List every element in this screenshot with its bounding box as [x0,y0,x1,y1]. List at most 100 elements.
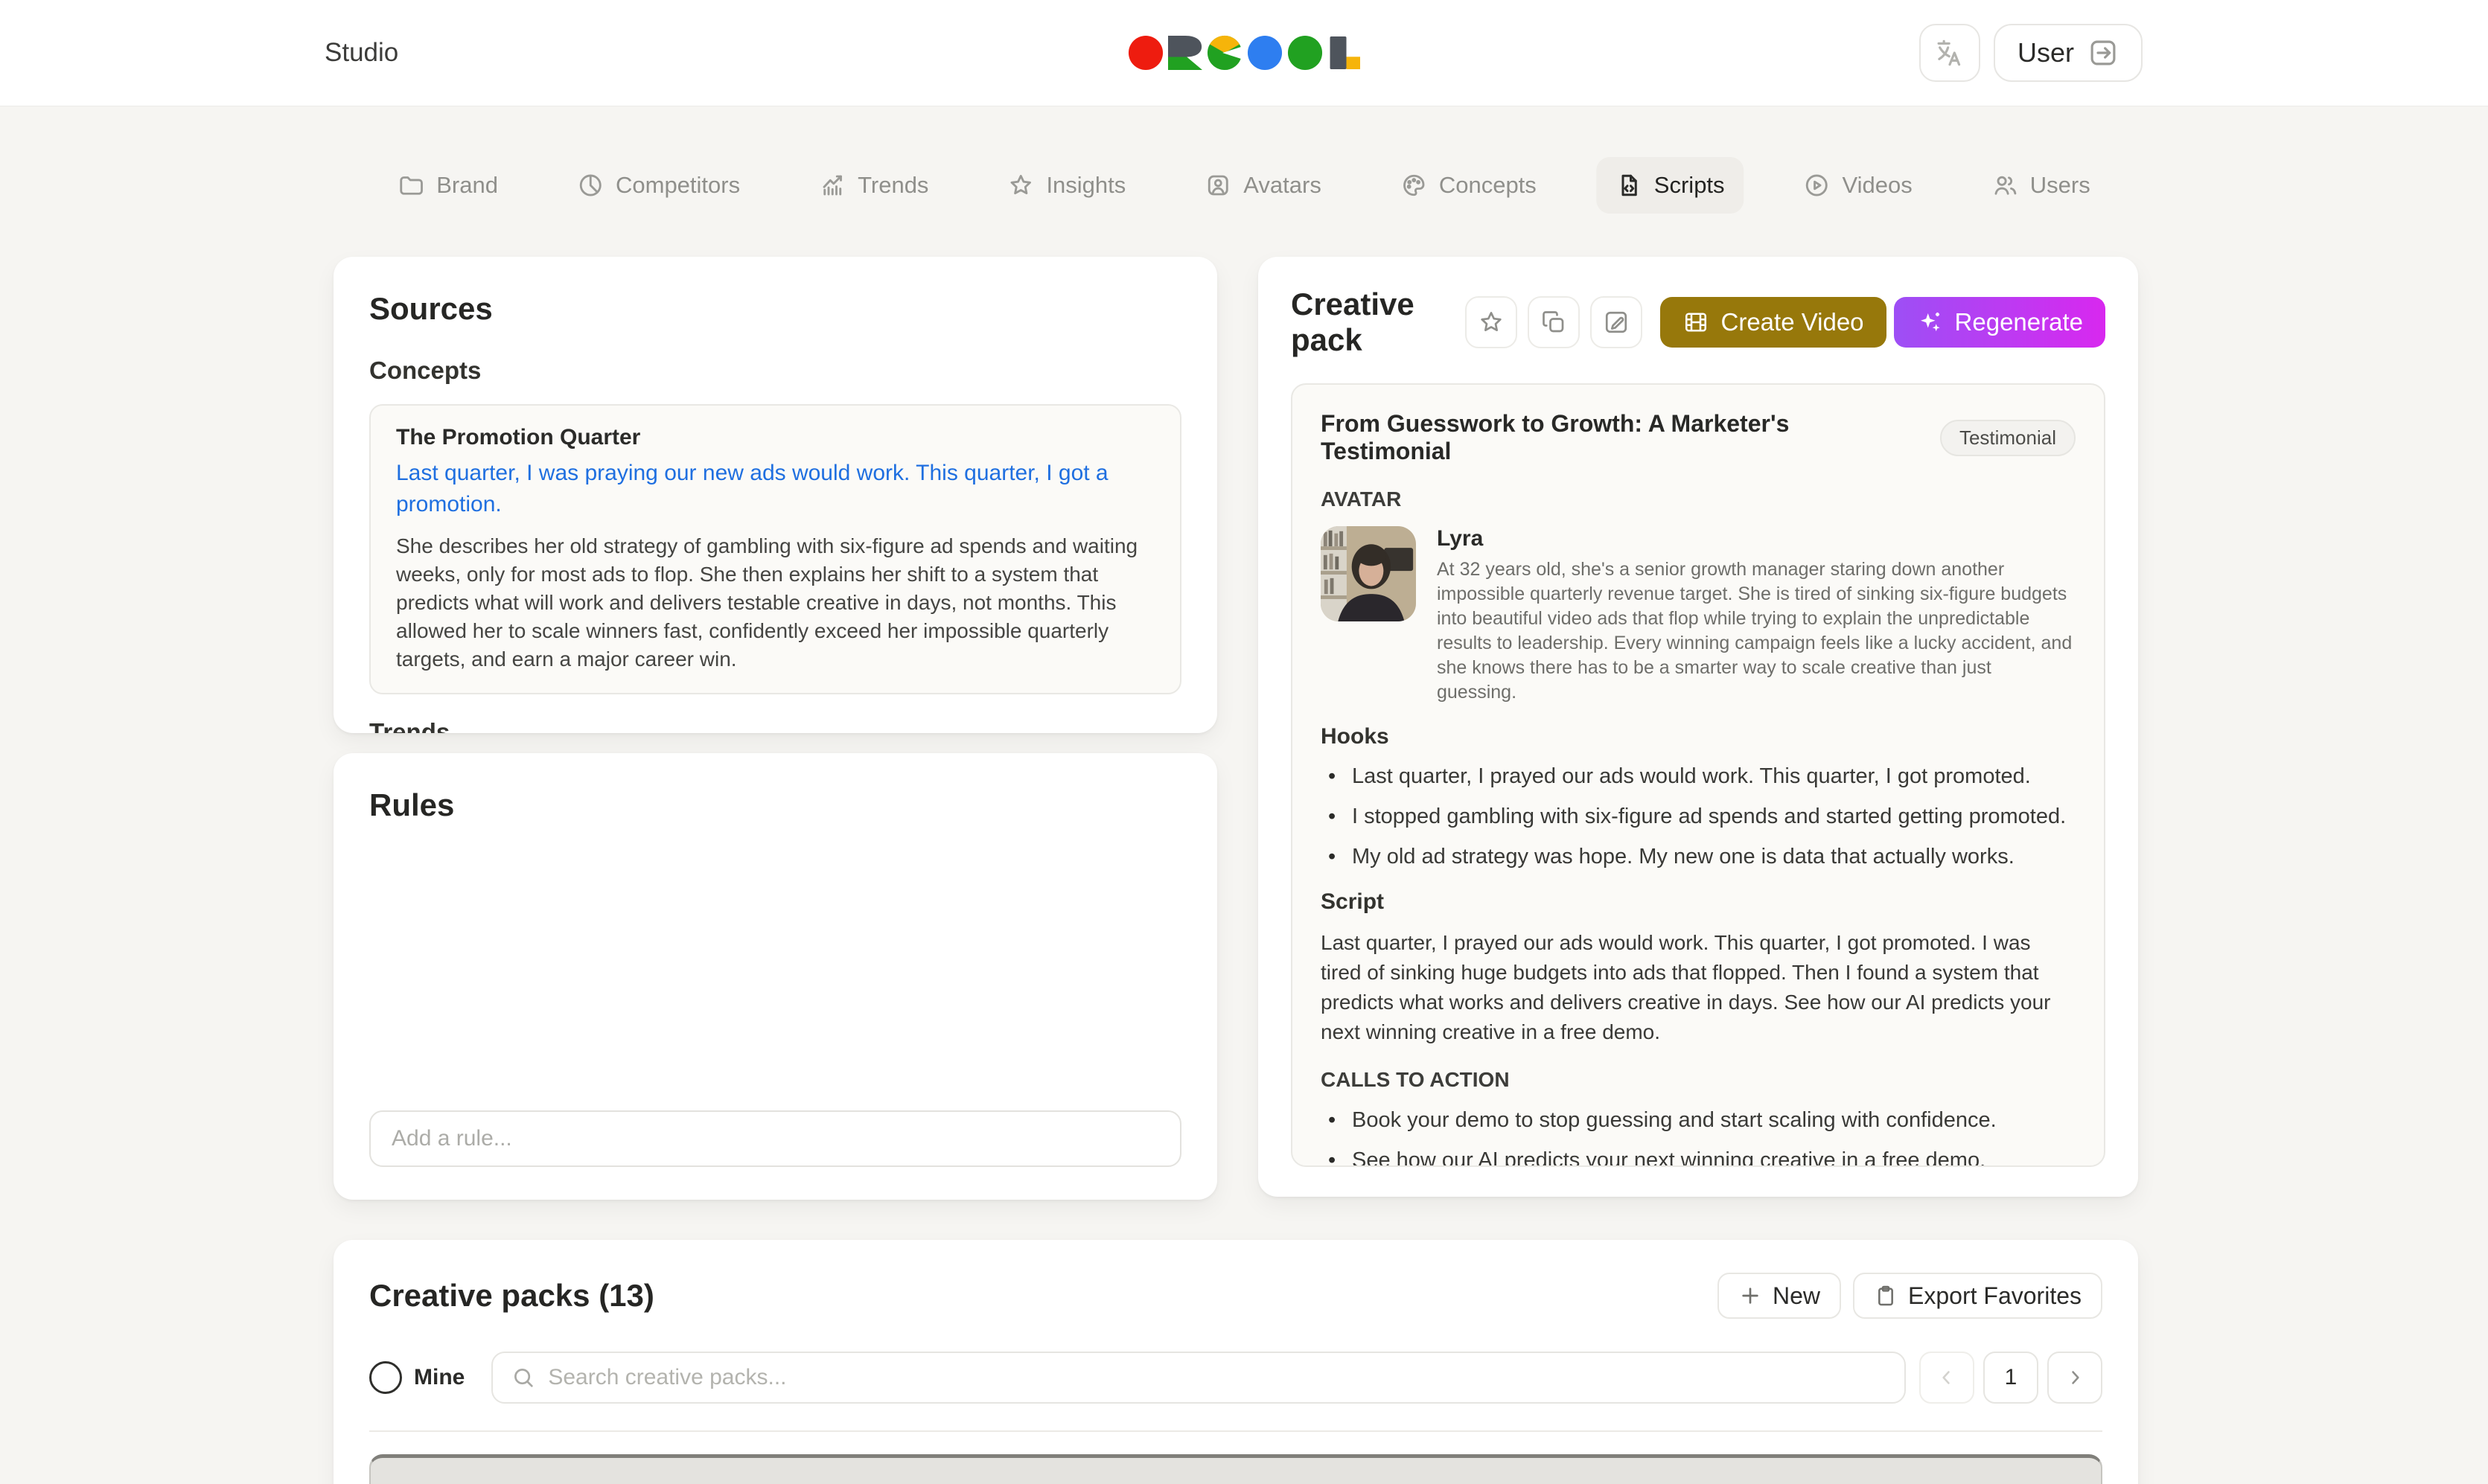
new-pack-label: New [1773,1282,1820,1310]
create-video-button[interactable]: Create Video [1660,297,1886,348]
avatar-name: Lyra [1437,526,2076,551]
cta-item: See how our AI predicts your next winnin… [1321,1147,2076,1167]
new-pack-button[interactable]: New [1717,1273,1841,1319]
star-icon [1478,309,1505,336]
sparkles-icon [1916,309,1943,336]
brand-logo: ORCOOL [1128,35,1360,71]
favorite-button[interactable] [1465,296,1517,348]
user-button-label: User [2017,37,2074,68]
clipboard-icon [1874,1284,1898,1308]
tab-label: Users [2030,172,2090,199]
copy-button[interactable] [1528,296,1580,348]
avatar-description: At 32 years old, she's a senior growth m… [1437,557,2076,705]
file-code-icon [1615,172,1642,199]
concept-card[interactable]: The Promotion Quarter Last quarter, I wa… [369,404,1181,694]
header-actions: User [1919,24,2143,82]
tab-label: Scripts [1654,172,1725,199]
tab-label: Trends [858,172,928,199]
avatar-frame-icon [1205,172,1231,199]
mine-label: Mine [414,1365,465,1390]
tab-label: Videos [1843,172,1913,199]
user-button[interactable]: User [1994,24,2143,82]
creative-packs-header: Creative packs (13) New Export Favorites [369,1273,2102,1319]
top-header: Studio ORCOOL User [0,0,2488,106]
export-favorites-button[interactable]: Export Favorites [1853,1273,2102,1319]
concept-hook: Last quarter, I was praying our new ads … [396,458,1155,520]
packs-search [491,1352,1906,1404]
tab-concepts[interactable]: Concepts [1381,157,1556,214]
script-text: Last quarter, I prayed our ads would wor… [1321,928,2076,1047]
tab-label: Competitors [616,172,740,199]
creative-pack-title: Creative pack [1291,287,1450,358]
current-page-button[interactable]: 1 [1983,1352,2038,1404]
folder-icon [398,172,424,199]
search-input[interactable] [546,1364,1904,1391]
search-icon [511,1365,536,1390]
tab-label: Brand [436,172,498,199]
pack-title: From Guesswork to Growth: A Marketer's T… [1321,410,1924,465]
avatar-heading: AVATAR [1321,487,2076,511]
rules-title: Rules [369,787,1181,823]
export-favorites-label: Export Favorites [1908,1282,2082,1310]
tab-avatars[interactable]: Avatars [1185,157,1341,214]
tab-trends[interactable]: Trends [800,157,948,214]
add-rule-input[interactable] [369,1110,1181,1167]
prev-page-button[interactable] [1919,1352,1974,1404]
pagination: 1 [1919,1352,2102,1404]
trend-chart-icon [819,172,846,199]
logo-letter-o-green [1287,35,1323,71]
tab-insights[interactable]: Insights [988,157,1145,214]
tab-brand[interactable]: Brand [378,157,517,214]
mine-checkbox[interactable] [369,1361,402,1394]
tab-label: Concepts [1439,172,1537,199]
sources-title: Sources [369,291,1181,327]
trends-heading: Trends [369,718,1181,733]
pack-list-item[interactable]: From Guesswork to Growth: A Marketer's T… [369,1454,2102,1484]
cta-item: Book your demo to stop guessing and star… [1321,1107,2076,1133]
concept-title: The Promotion Quarter [396,425,1155,450]
hooks-list: Last quarter, I prayed our ads would wor… [1321,763,2076,870]
hook-item: I stopped gambling with six-figure ad sp… [1321,803,2076,830]
edit-button[interactable] [1590,296,1642,348]
translate-icon [1933,36,1966,69]
tab-label: Avatars [1243,172,1321,199]
copy-icon [1540,309,1567,336]
logo-letter-c [1207,35,1243,71]
avatar-image [1321,526,1416,621]
main-nav: Brand Competitors Trends Insights Avatar… [378,146,2109,225]
avatar-block: Lyra At 32 years old, she's a senior gro… [1321,526,2076,705]
concept-description: She describes her old strategy of gambli… [396,532,1155,674]
hook-item: My old ad strategy was hope. My new one … [1321,843,2076,870]
creative-pack-card: From Guesswork to Growth: A Marketer's T… [1291,383,2105,1167]
users-icon [1991,172,2018,199]
film-icon [1682,309,1709,336]
studio-app: Studio ORCOOL User [0,0,2488,1484]
regenerate-label: Regenerate [1955,308,2083,336]
pie-chart-icon [577,172,604,199]
avatar-text: Lyra At 32 years old, she's a senior gro… [1437,526,2076,705]
creative-packs-panel: Creative packs (13) New Export Favorites… [334,1240,2138,1484]
creative-pack-panel: Creative pack Create Video Regenerate Fr… [1258,257,2138,1197]
script-heading: Script [1321,889,2076,915]
tab-users[interactable]: Users [1972,157,2110,214]
tab-competitors[interactable]: Competitors [558,157,759,214]
play-circle-icon [1804,172,1831,199]
plus-icon [1738,1284,1762,1308]
next-page-button[interactable] [2047,1352,2102,1404]
rules-panel: Rules [334,753,1217,1200]
chevron-right-icon [2064,1366,2086,1389]
logout-icon [2087,37,2119,68]
translate-button[interactable] [1919,24,1980,82]
sources-panel: Sources Concepts The Promotion Quarter L… [334,257,1217,733]
ctas-heading: CALLS TO ACTION [1321,1068,2076,1092]
tab-scripts[interactable]: Scripts [1596,157,1744,214]
ctas-list: Book your demo to stop guessing and star… [1321,1107,2076,1167]
edit-icon [1603,309,1630,336]
packs-controls: Mine 1 [369,1352,2102,1404]
tab-videos[interactable]: Videos [1784,157,1932,214]
palette-icon [1400,172,1427,199]
hooks-heading: Hooks [1321,724,2076,749]
star-icon [1007,172,1034,199]
regenerate-button[interactable]: Regenerate [1894,297,2105,348]
logo-letter-l [1327,35,1360,71]
